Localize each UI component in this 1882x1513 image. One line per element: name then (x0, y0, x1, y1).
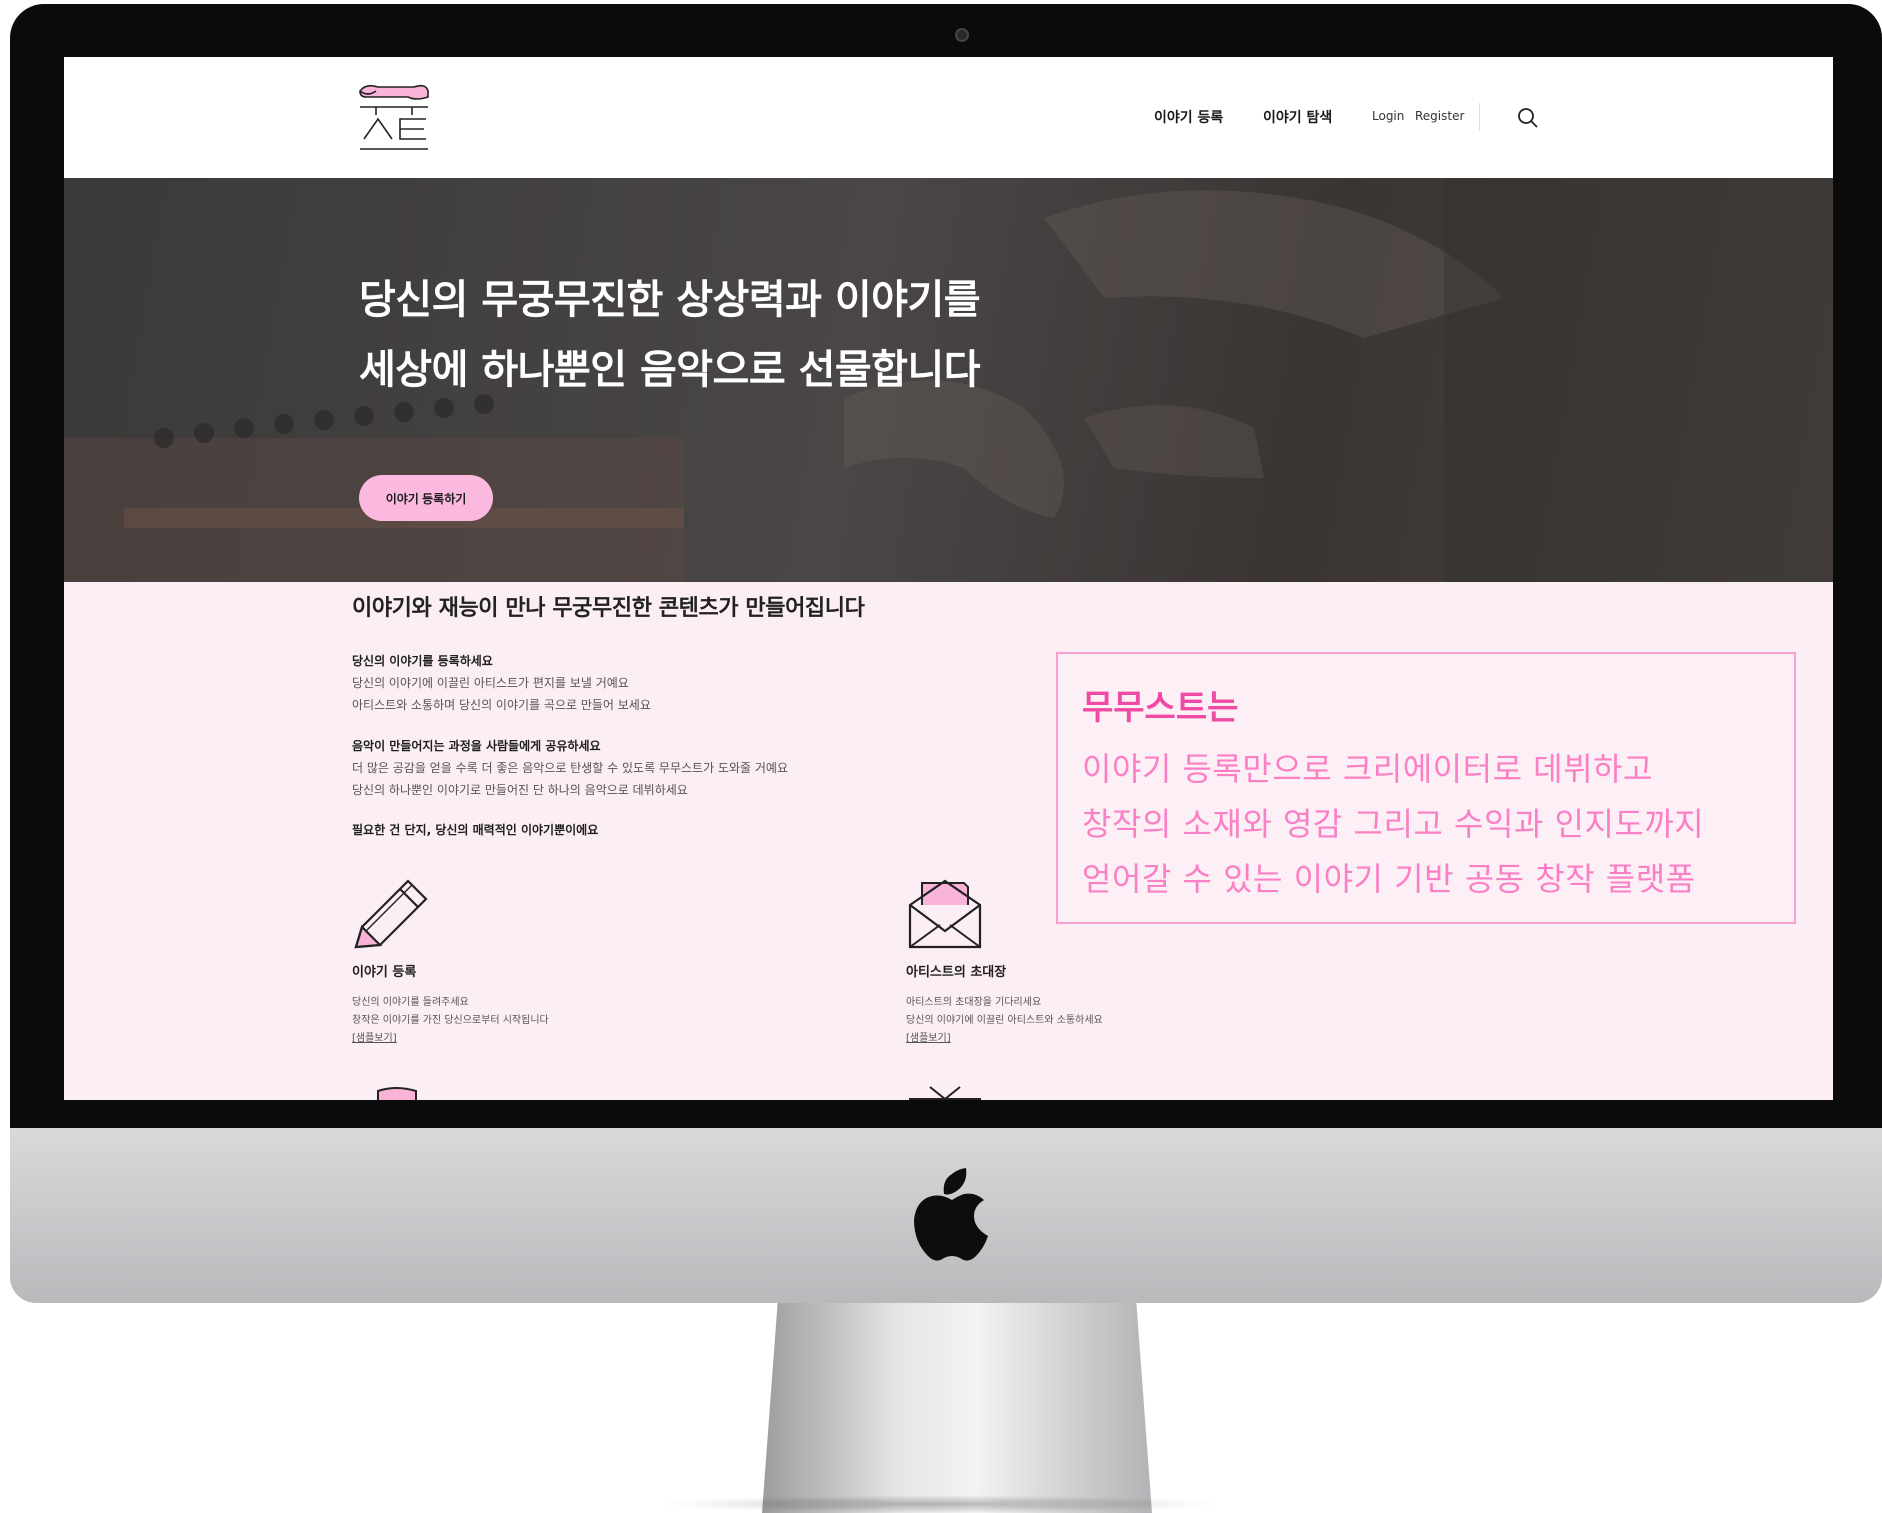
sample-link[interactable]: [샘플보기] (906, 1030, 1306, 1048)
intro-block-heading: 음악이 만들어지는 과정을 사람들에게 공유하세요 (352, 739, 601, 753)
intro-block-line: 더 많은 공감을 얻을 수록 더 좋은 음악으로 탄생할 수 있도록 무무스트가… (352, 761, 788, 775)
webcam-icon (955, 28, 969, 42)
hero-banner: 당신의 무궁무진한 상상력과 이야기를 세상에 하나뿐인 음악으로 선물합니다 … (64, 178, 1833, 582)
promo-line: 창작의 소재와 영감 그리고 수익과 인지도까지 (1082, 805, 1705, 843)
tv-icon (909, 1086, 981, 1100)
search-icon[interactable] (1516, 106, 1540, 130)
feature-card-register: 이야기 등록 당신의 이야기를 들려주세요 창작은 이야기를 가진 당신으로부터… (352, 875, 752, 1048)
imac-mockup: 이야기 등록 이야기 탐색 Login Register 당신의 무궁무진한 상… (0, 0, 1882, 1513)
stand-shadow (660, 1495, 1220, 1513)
mumuste-logo[interactable] (356, 81, 430, 153)
intro-block-register: 당신의 이야기를 등록하세요 당신의 이야기에 이끌린 아티스트가 편지를 보낼… (352, 650, 651, 716)
site-header: 이야기 등록 이야기 탐색 Login Register (64, 57, 1833, 178)
card-title: 이야기 등록 (352, 965, 417, 980)
envelope-icon (908, 879, 982, 949)
sample-link[interactable]: [샘플보기] (352, 1030, 752, 1048)
flag-icon (377, 1087, 417, 1100)
hero-headline-line2: 세상에 하나뿐인 음악으로 선물합니다 (359, 347, 981, 393)
nav-story-explore[interactable]: 이야기 탐색 (1263, 107, 1332, 127)
intro-block-heading: 필요한 건 단지, 당신의 매력적인 이야기뿐이에요 (352, 823, 599, 837)
monitor-stand (762, 1303, 1152, 1513)
apple-logo-icon (914, 1168, 988, 1261)
intro-block-line: 당신의 하나뿐인 이야기로 만들어진 단 하나의 음악으로 데뷔하세요 (352, 783, 688, 797)
card-description: 아티스트의 초대장을 기다리세요 당신의 이야기에 이끌린 아티스트와 소통하세… (906, 994, 1306, 1048)
register-link[interactable]: Register (1415, 109, 1464, 123)
feature-card-invitation: 아티스트의 초대장 아티스트의 초대장을 기다리세요 당신의 이야기에 이끌린 … (906, 875, 1306, 1048)
pencil-icon (354, 879, 428, 949)
card-desc-line: 창작은 이야기를 가진 당신으로부터 시작됩니다 (352, 1015, 549, 1026)
nav-divider (1479, 103, 1480, 131)
nav-story-register[interactable]: 이야기 등록 (1154, 107, 1223, 127)
login-link[interactable]: Login (1372, 109, 1404, 123)
card-title: 아티스트의 초대장 (906, 965, 1007, 980)
intro-block-line: 아티스트와 소통하며 당신의 이야기를 곡으로 만들어 보세요 (352, 698, 651, 712)
promo-line: 이야기 등록만으로 크리에이터로 데뷔하고 (1082, 750, 1653, 788)
section-title: 이야기와 재능이 만나 무궁무진한 콘텐츠가 만들어집니다 (352, 596, 865, 621)
card-desc-line: 당신의 이야기를 들려주세요 (352, 997, 469, 1008)
website-screen: 이야기 등록 이야기 탐색 Login Register 당신의 무궁무진한 상… (64, 57, 1833, 1100)
promo-heading: 무무스트는 (1082, 688, 1239, 728)
card-desc-line: 당신의 이야기에 이끌린 아티스트와 소통하세요 (906, 1015, 1103, 1026)
card-description: 당신의 이야기를 들려주세요 창작은 이야기를 가진 당신으로부터 시작됩니다 … (352, 994, 752, 1048)
hero-headline-line1: 당신의 무궁무진한 상상력과 이야기를 (359, 277, 981, 323)
intro-block-story: 필요한 건 단지, 당신의 매력적인 이야기뿐이에요 (352, 819, 598, 841)
intro-block-heading: 당신의 이야기를 등록하세요 (352, 654, 493, 668)
card-desc-line: 아티스트의 초대장을 기다리세요 (906, 997, 1042, 1008)
intro-block-share: 음악이 만들어지는 과정을 사람들에게 공유하세요 더 많은 공감을 얻을 수록… (352, 735, 788, 801)
intro-block-line: 당신의 이야기에 이끌린 아티스트가 편지를 보낼 거예요 (352, 676, 629, 690)
hero-headline: 당신의 무궁무진한 상상력과 이야기를 세상에 하나뿐인 음악으로 선물합니다 (359, 265, 981, 405)
register-story-button[interactable]: 이야기 등록하기 (359, 475, 493, 521)
